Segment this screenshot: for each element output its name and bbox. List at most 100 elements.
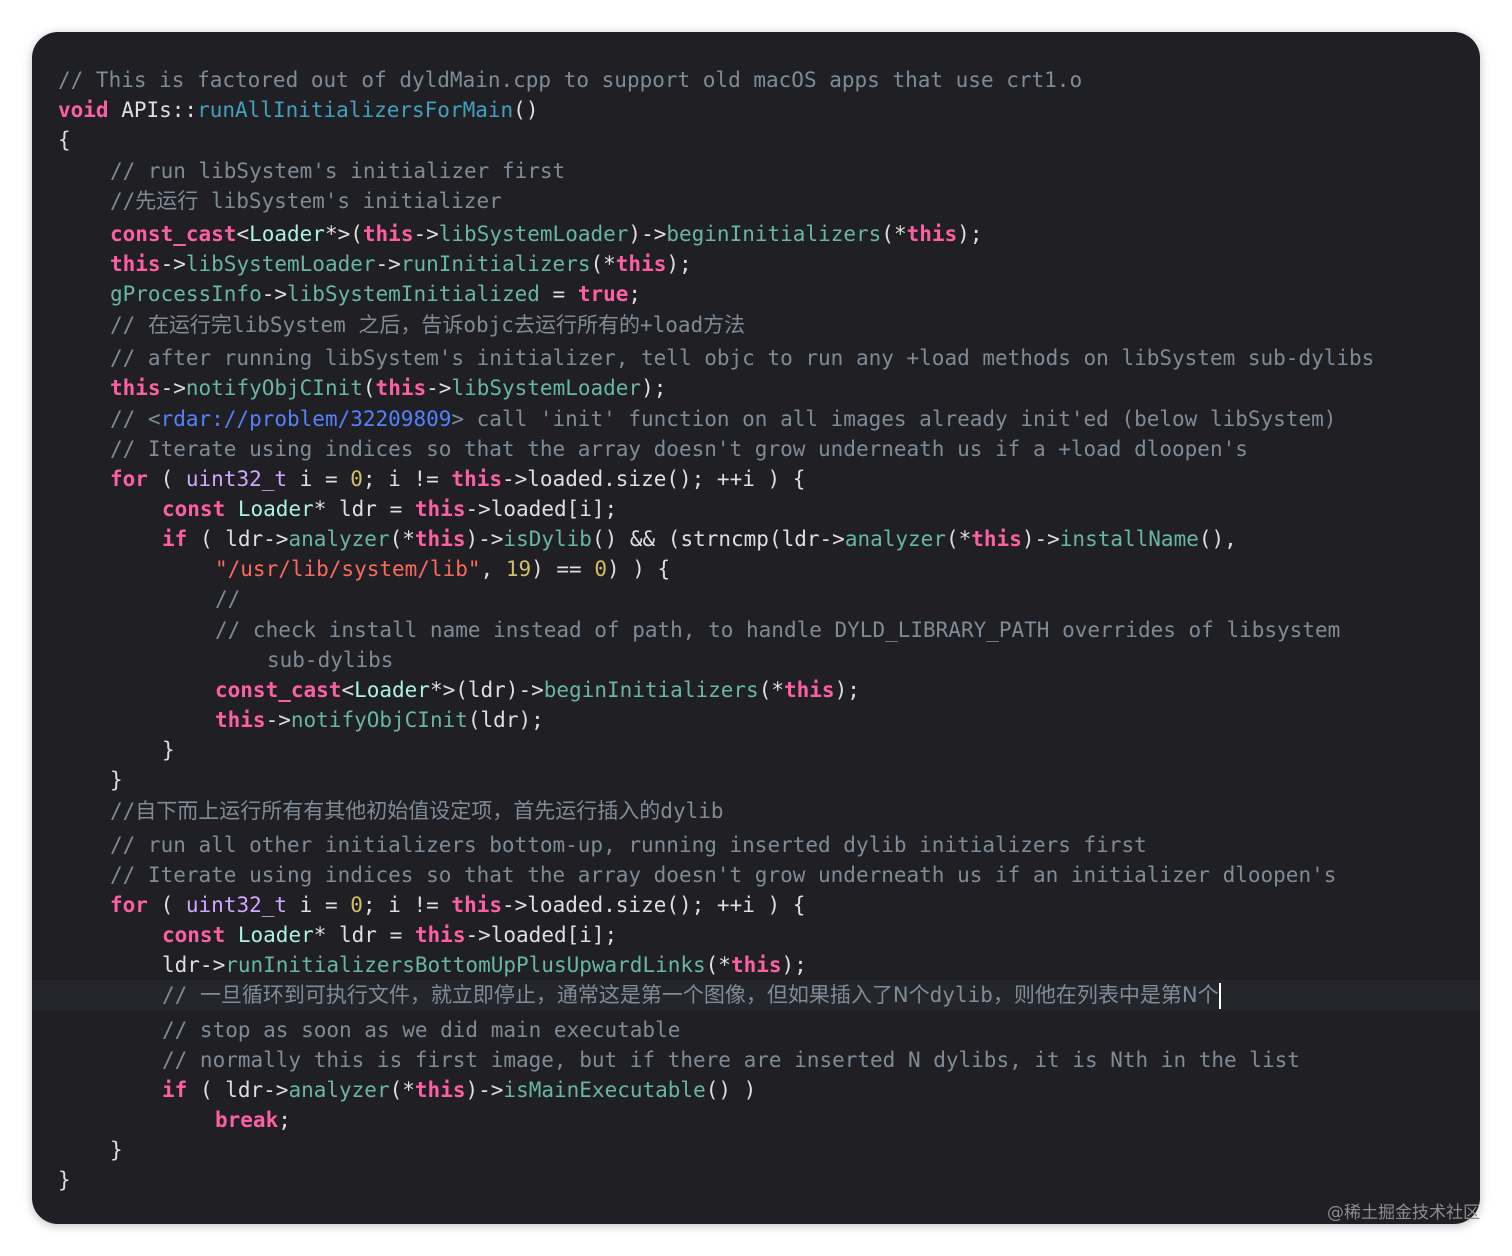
- code-token: const_cast: [110, 222, 237, 246]
- code-token: this: [414, 527, 466, 551]
- code-line[interactable]: this->libSystemLoader->runInitializers(*…: [32, 249, 1480, 279]
- code-token: i =: [287, 467, 351, 491]
- code-line[interactable]: const_cast<Loader*>(ldr)->beginInitializ…: [32, 675, 1480, 705]
- code-token: //: [110, 799, 136, 823]
- code-token: (): [513, 98, 539, 122]
- code-line[interactable]: }: [32, 735, 1480, 765]
- code-line[interactable]: if ( ldr->analyzer(*this)->isMainExecuta…: [32, 1075, 1480, 1105]
- code-line[interactable]: //先运行 libSystem's initializer: [32, 186, 1480, 216]
- code-line[interactable]: // Iterate using indices so that the arr…: [32, 434, 1480, 464]
- code-token: Loader: [237, 497, 314, 521]
- code-token: //: [110, 313, 148, 337]
- code-token: isDylib: [503, 527, 592, 551]
- code-token: this: [375, 376, 427, 400]
- code-token: beginInitializers: [543, 678, 759, 702]
- code-line[interactable]: const_cast<Loader*>(this->libSystemLoade…: [32, 219, 1480, 249]
- code-token: libSystemLoader: [185, 252, 376, 276]
- code-token: 在运行完: [147, 313, 232, 337]
- code-token: this: [414, 1078, 466, 1102]
- code-token: ->: [160, 376, 186, 400]
- code-line[interactable]: // 一旦循环到可执行文件，就立即停止，通常这是第一个图像，但如果插入了N个dy…: [32, 980, 1480, 1010]
- code-token: uint32_t: [185, 467, 288, 491]
- code-token: (*: [389, 527, 415, 551]
- code-line[interactable]: this->notifyObjCInit(ldr);: [32, 705, 1480, 735]
- code-token: Loader: [354, 678, 430, 702]
- code-token: (: [362, 376, 376, 400]
- code-token: {: [58, 128, 71, 152]
- code-token: ->: [261, 282, 288, 306]
- code-line[interactable]: }: [32, 1165, 1480, 1195]
- code-line[interactable]: // stop as soon as we did main executabl…: [32, 1015, 1480, 1045]
- code-token: =: [539, 282, 578, 306]
- code-line[interactable]: if ( ldr->analyzer(*this)->isDylib() && …: [32, 524, 1480, 554]
- code-line[interactable]: for ( uint32_t i = 0; i != this->loaded.…: [32, 890, 1480, 920]
- code-token: ->loaded[i];: [465, 497, 618, 521]
- code-line[interactable]: // after running libSystem's initializer…: [32, 343, 1480, 373]
- code-token: (),: [1198, 527, 1237, 551]
- code-token: // run libSystem's initializer first: [110, 159, 566, 183]
- code-line[interactable]: // normally this is first image, but if …: [32, 1045, 1480, 1075]
- code-token: +load: [639, 313, 704, 337]
- code-token: ;: [628, 282, 642, 306]
- code-token: )->: [465, 527, 504, 551]
- code-token: this: [906, 222, 958, 246]
- code-token: analyzer: [288, 527, 390, 551]
- code-line[interactable]: break;: [32, 1105, 1480, 1135]
- code-token: (*: [881, 222, 907, 246]
- code-token: ;: [278, 1108, 291, 1132]
- code-token: for: [110, 467, 148, 491]
- code-line[interactable]: // 在运行完libSystem 之后，告诉objc去运行所有的+load方法: [32, 310, 1480, 340]
- code-line[interactable]: //: [32, 584, 1480, 614]
- code-line[interactable]: // <rdar://problem/32209809> call 'init'…: [32, 404, 1480, 434]
- code-token: notifyObjCInit: [290, 708, 468, 732]
- code-line[interactable]: sub-dylibs: [32, 645, 1480, 675]
- code-token: sub-dylibs: [267, 648, 394, 672]
- code-editor[interactable]: // This is factored out of dyldMain.cpp …: [32, 32, 1480, 1224]
- code-token: installName: [1059, 527, 1199, 551]
- code-line[interactable]: {: [32, 125, 1480, 155]
- code-token: runInitializersBottomUpPlusUpwardLinks: [225, 953, 706, 977]
- code-token: ->loaded.size(); ++i ) {: [502, 893, 806, 917]
- code-token: <: [341, 678, 355, 702]
- code-line[interactable]: // check install name instead of path, t…: [32, 615, 1480, 645]
- code-token: (*: [945, 527, 972, 551]
- code-line[interactable]: // run libSystem's initializer first: [32, 156, 1480, 186]
- code-line[interactable]: ldr->runInitializersBottomUpPlusUpwardLi…: [32, 950, 1480, 980]
- code-token: ->: [413, 222, 439, 246]
- code-token: 0: [594, 557, 607, 581]
- code-line[interactable]: //自下而上运行所有有其他初始值设定项，首先运行插入的dylib: [32, 796, 1480, 826]
- code-token: ->: [426, 376, 452, 400]
- code-token: libSystemLoader: [451, 376, 642, 400]
- code-token: const: [162, 497, 226, 521]
- code-line[interactable]: }: [32, 765, 1480, 795]
- code-line[interactable]: for ( uint32_t i = 0; i != this->loaded.…: [32, 464, 1480, 494]
- code-line[interactable]: // run all other initializers bottom-up,…: [32, 830, 1480, 860]
- code-token: this: [451, 467, 502, 491]
- code-token: rdar://problem/32209809: [160, 407, 452, 431]
- code-token: this: [451, 893, 502, 917]
- code-line[interactable]: const Loader* ldr = this->loaded[i];: [32, 494, 1480, 524]
- code-token: ( ldr->: [187, 1078, 289, 1102]
- code-token: () ): [705, 1078, 757, 1102]
- code-token: //: [110, 189, 136, 213]
- code-token: analyzer: [844, 527, 946, 551]
- code-token: );: [834, 678, 860, 702]
- code-line[interactable]: const Loader* ldr = this->loaded[i];: [32, 920, 1480, 950]
- code-token: //: [215, 587, 241, 611]
- code-line[interactable]: "/usr/lib/system/lib", 19) == 0) ) {: [32, 554, 1480, 584]
- code-line[interactable]: gProcessInfo->libSystemInitialized = tru…: [32, 279, 1480, 309]
- code-token: beginInitializers: [666, 222, 882, 246]
- code-token: ; i !=: [362, 467, 452, 491]
- code-line[interactable]: // Iterate using indices so that the arr…: [32, 860, 1480, 890]
- code-token: APIs::: [108, 98, 198, 122]
- code-line[interactable]: // This is factored out of dyldMain.cpp …: [32, 65, 1480, 95]
- code-token: "/usr/lib/system/lib": [215, 557, 481, 581]
- code-line[interactable]: }: [32, 1135, 1480, 1165]
- code-token: runAllInitializersForMain: [197, 98, 514, 122]
- code-token: 0: [350, 467, 363, 491]
- code-line[interactable]: this->notifyObjCInit(this->libSystemLoad…: [32, 373, 1480, 403]
- code-line[interactable]: void APIs::runAllInitializersForMain(): [32, 95, 1480, 125]
- code-token: this: [783, 678, 835, 702]
